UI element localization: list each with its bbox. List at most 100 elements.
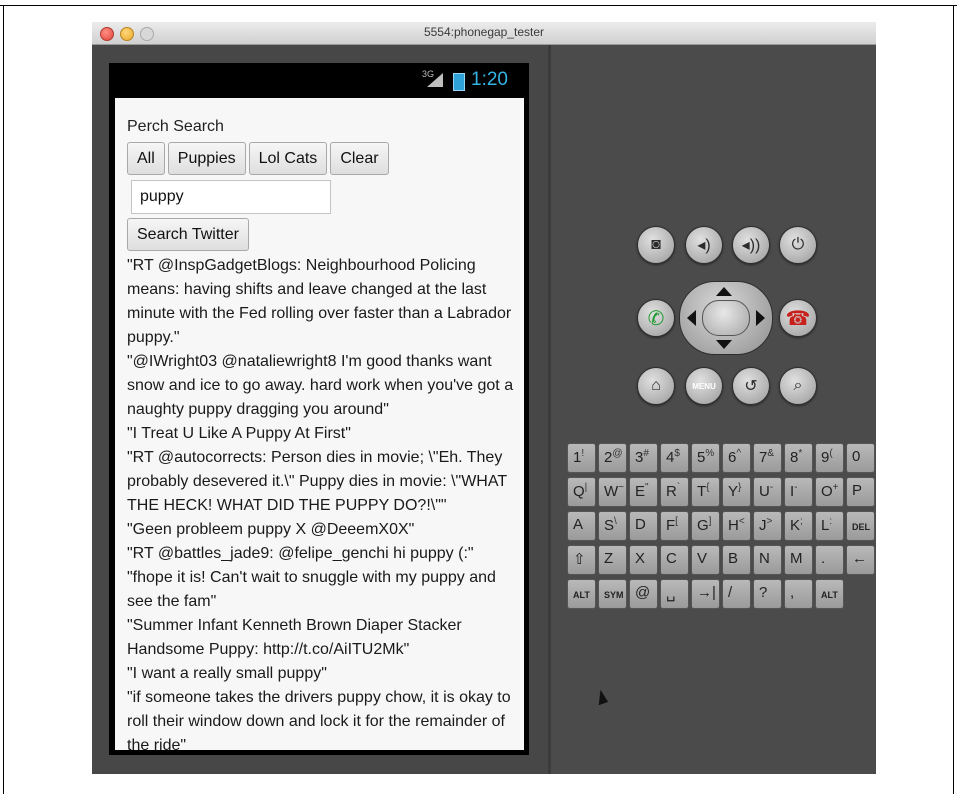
key-1[interactable]: 1!	[567, 443, 596, 473]
key-v[interactable]: V	[691, 545, 720, 575]
key-label: U	[759, 483, 770, 500]
key-label: ALT	[573, 590, 590, 600]
lol-cats-button[interactable]: Lol Cats	[248, 142, 328, 175]
key-n[interactable]: N	[753, 545, 782, 575]
dpad-right-icon[interactable]	[756, 310, 765, 326]
key-label: V	[697, 550, 708, 567]
key-e[interactable]: E"	[629, 477, 658, 507]
key-q[interactable]: Q|	[567, 477, 596, 507]
key-secondary-label: ^	[736, 448, 742, 459]
key-label: ,	[790, 584, 795, 601]
key-label: P	[852, 482, 863, 499]
key-m[interactable]: M	[784, 545, 813, 575]
key-7[interactable]: 7&	[753, 443, 782, 473]
key-0[interactable]: 0	[846, 443, 875, 473]
status-bar: 3G 1:20	[109, 63, 529, 97]
tweet-item: "RT @battles_jade9: @felipe_genchi hi pu…	[127, 545, 474, 562]
key-alt[interactable]: ALT	[567, 579, 596, 609]
key-9[interactable]: 9(	[815, 443, 844, 473]
puppies-button[interactable]: Puppies	[167, 142, 246, 175]
key-[interactable]: ⇧	[567, 545, 596, 575]
key-z[interactable]: Z	[598, 545, 627, 575]
key-[interactable]: /	[722, 579, 751, 609]
window-titlebar[interactable]: 5554:phonegap_tester	[92, 22, 876, 45]
page-border-left	[3, 5, 4, 794]
key-u[interactable]: U-	[753, 477, 782, 507]
power-button[interactable]: ⏻	[779, 226, 817, 264]
key-a[interactable]: A	[567, 511, 596, 541]
dpad-left-icon[interactable]	[687, 310, 696, 326]
call-button[interactable]: ✆	[637, 299, 675, 337]
key-alt[interactable]: ALT	[815, 579, 844, 609]
key-3[interactable]: 3#	[629, 443, 658, 473]
key-d[interactable]: D	[629, 511, 658, 541]
key-b[interactable]: B	[722, 545, 751, 575]
key-o[interactable]: O+	[815, 477, 844, 507]
volume-down-button[interactable]: ◂)	[685, 226, 723, 264]
search-twitter-button[interactable]: Search Twitter	[127, 218, 249, 251]
key-secondary-label: (	[829, 448, 833, 459]
dpad-center-button[interactable]	[702, 300, 750, 336]
key-[interactable]: ␣	[660, 579, 689, 609]
end-call-button[interactable]: ☎	[779, 299, 817, 337]
back-button[interactable]: ↺	[732, 367, 770, 405]
key-sym[interactable]: SYM	[598, 579, 627, 609]
key-[interactable]: ?	[753, 579, 782, 609]
key-s[interactable]: S\	[598, 511, 627, 541]
key-x[interactable]: X	[629, 545, 658, 575]
key-[interactable]: @	[629, 579, 658, 609]
key-5[interactable]: 5%	[691, 443, 720, 473]
power-icon: ⏻	[791, 236, 805, 253]
key-t[interactable]: T{	[691, 477, 720, 507]
key-4[interactable]: 4$	[660, 443, 689, 473]
search-hw-button[interactable]: ⌕	[779, 367, 817, 405]
signal-icon	[427, 73, 443, 87]
key-label: →|	[697, 584, 716, 601]
back-icon: ↺	[744, 378, 758, 395]
key-f[interactable]: F[	[660, 511, 689, 541]
key-i[interactable]: I-	[784, 477, 813, 507]
search-input[interactable]	[131, 180, 331, 214]
key-label: E	[635, 483, 646, 500]
key-secondary-label: ;	[800, 516, 803, 527]
key-label: 0	[852, 448, 861, 465]
camera-button[interactable]: ◙	[637, 226, 675, 264]
key-g[interactable]: G]	[691, 511, 720, 541]
key-secondary-label: -	[769, 482, 774, 493]
key-2[interactable]: 2@	[598, 443, 627, 473]
key-label: ?	[759, 584, 768, 601]
key-[interactable]: .	[815, 545, 844, 575]
filter-button-row: All Puppies Lol Cats Clear	[127, 142, 389, 175]
tweet-item: "if someone takes the drivers puppy chow…	[127, 689, 511, 750]
key-del[interactable]: DEL	[846, 511, 875, 541]
key-secondary-label: ~	[618, 482, 625, 493]
key-w[interactable]: W~	[598, 477, 627, 507]
dpad-up-icon[interactable]	[716, 287, 732, 296]
clear-button[interactable]: Clear	[330, 142, 389, 175]
key-8[interactable]: 8*	[784, 443, 813, 473]
key-p[interactable]: P	[846, 477, 875, 507]
all-button[interactable]: All	[127, 142, 165, 175]
key-[interactable]: →|	[691, 579, 720, 609]
key-label: /	[728, 584, 733, 601]
app-webview[interactable]: Perch Search All Puppies Lol Cats Clear …	[115, 98, 524, 750]
key-[interactable]: ,	[784, 579, 813, 609]
key-[interactable]: ←	[846, 545, 875, 575]
keyboard-row-bottom: ALT SYM @ ␣ →| /?, ALT	[567, 579, 876, 610]
key-label: D	[635, 516, 646, 533]
key-label: H	[728, 517, 739, 534]
key-secondary-label: {	[706, 482, 710, 493]
dpad[interactable]	[679, 281, 773, 355]
key-y[interactable]: Y}	[722, 477, 751, 507]
home-button[interactable]: ⌂	[637, 367, 675, 405]
key-l[interactable]: L:	[815, 511, 844, 541]
volume-up-button[interactable]: ◂))	[732, 226, 770, 264]
menu-button[interactable]: MENU	[685, 367, 723, 405]
key-6[interactable]: 6^	[722, 443, 751, 473]
key-c[interactable]: C	[660, 545, 689, 575]
key-j[interactable]: J>	[753, 511, 782, 541]
dpad-down-icon[interactable]	[716, 340, 732, 349]
key-k[interactable]: K;	[784, 511, 813, 541]
key-r[interactable]: R`	[660, 477, 689, 507]
key-h[interactable]: H<	[722, 511, 751, 541]
